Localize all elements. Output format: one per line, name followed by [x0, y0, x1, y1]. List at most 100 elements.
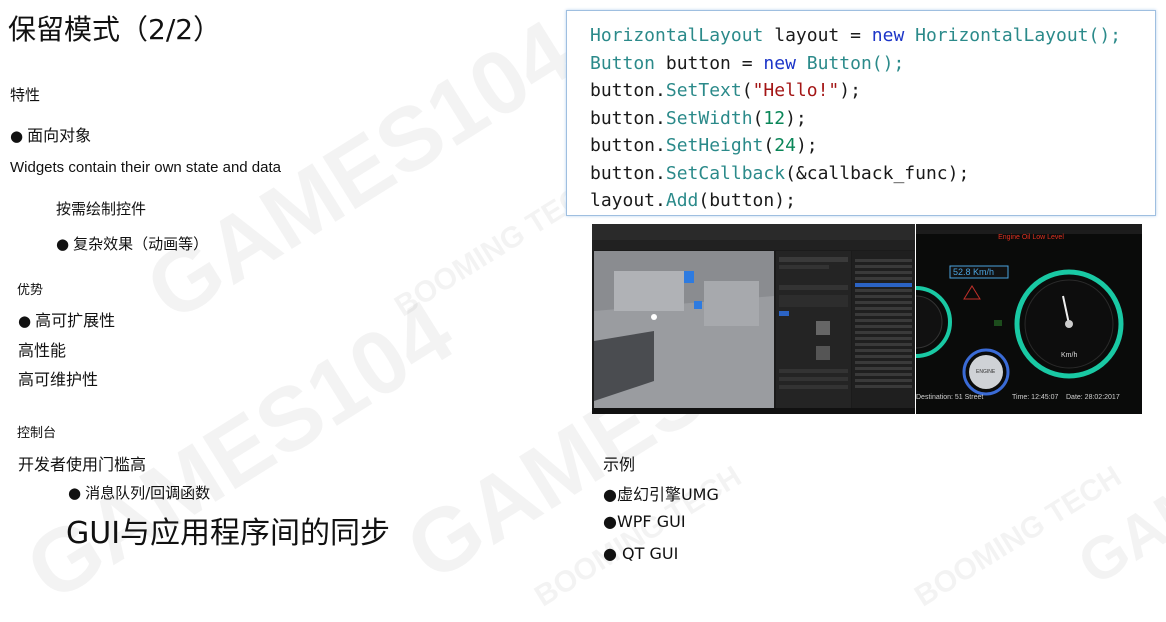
code-token: Button(); [795, 52, 905, 74]
dashboard-gauges [916, 265, 1124, 396]
code-token: ( [752, 107, 764, 129]
outliner-selected-row [855, 283, 912, 287]
engine-label: ENGINE [976, 369, 996, 375]
feature-sub-item: ● 复杂效果（动画等） [56, 233, 208, 254]
scene-block [704, 281, 759, 326]
speedometer-hub [1065, 320, 1073, 328]
code-line: layout.Add(button); [590, 187, 1155, 215]
feature-description: Widgets contain their own state and data [10, 159, 281, 176]
feature-item-label: 面向对象 [27, 126, 92, 145]
unreal-editor-screenshot [592, 224, 915, 414]
code-token: new [871, 25, 905, 46]
scene-block [614, 271, 684, 311]
speed-unit: Km/h [1061, 352, 1078, 359]
code-token: button. [590, 80, 666, 101]
code-token: SetHeight [665, 135, 764, 156]
code-token: button = [655, 52, 764, 74]
console-heading: 控制台 [17, 426, 57, 441]
code-token: 24 [774, 135, 796, 156]
code-line: button.SetWidth(12); [590, 105, 1155, 133]
indicator-icon [994, 320, 1002, 326]
editor-viewport [594, 251, 774, 409]
sync-heading: GUI与应用程序间的同步 [66, 516, 391, 551]
panel-row [779, 265, 829, 269]
bullet-icon: ● [18, 312, 32, 330]
code-token: HorizontalLayout [590, 25, 764, 46]
advantage-item: 高可维护性 [18, 370, 99, 389]
code-line: button.SetText("Hello!"); [590, 77, 1155, 105]
scene-light [651, 314, 657, 320]
advantage-item: ● 高可扩展性 [18, 307, 115, 331]
panel-row [779, 385, 848, 389]
watermark: BOOMING TECH [909, 460, 1128, 614]
slide-title: 保留模式（2/2） [8, 13, 222, 46]
panel-row [779, 285, 848, 290]
panel-row [779, 295, 848, 307]
speed-readout: 52.8 Km/h [953, 267, 995, 277]
destination-text: Destination: 51 Street [916, 394, 984, 401]
time-text: Time: 12:45:07 [1012, 394, 1059, 401]
code-token: layout. [590, 190, 666, 211]
code-line: Button button = new Button(); [590, 50, 1155, 78]
car-dashboard-screenshot: Engine Oil Low Level 52.8 Km/h Km/h ENGI… [916, 224, 1142, 414]
code-token: Button [590, 52, 656, 74]
panel-row [779, 377, 848, 381]
scene-cube [684, 271, 694, 283]
advantage-item-label: 高可扩展性 [35, 311, 116, 330]
outliner-rows [855, 259, 912, 388]
editor-toolbar [592, 240, 915, 250]
panel-row [779, 257, 848, 262]
code-token: SetWidth [665, 107, 753, 129]
code-token: ); [839, 80, 861, 101]
editor-details-panel [776, 251, 851, 409]
features-heading: 特性 [10, 86, 41, 104]
examples-heading: 示例 [603, 455, 636, 474]
code-token: (button); [698, 190, 796, 211]
code-token: "Hello!" [752, 80, 840, 101]
warning-icon [963, 285, 981, 300]
editor-statusbar [592, 408, 915, 414]
example-item: ●WPF GUI [603, 512, 686, 531]
viewport-scene [594, 251, 774, 409]
code-token: button. [590, 135, 666, 156]
advantage-item: 高性能 [18, 341, 67, 360]
code-token: layout = [763, 25, 872, 46]
console-sub-item: ● 消息队列/回调函数 [68, 482, 210, 503]
bullet-icon: ● [68, 484, 82, 502]
code-token: button. [590, 162, 666, 184]
outliner-content [855, 259, 912, 388]
code-token: SetText [665, 80, 742, 101]
details-panel-content [779, 257, 848, 389]
panel-thumbnail [816, 346, 830, 360]
date-text: Date: 28:02:2017 [1066, 394, 1120, 401]
code-line: button.SetCallback(&callback_func); [590, 160, 1155, 188]
scene-cube [694, 301, 702, 309]
code-token: ); [785, 107, 807, 129]
code-token: HorizontalLayout(); [904, 25, 1122, 46]
code-line: HorizontalLayout layout = new Horizontal… [590, 22, 1155, 50]
code-token: ( [763, 135, 775, 156]
console-sub-item-label: 消息队列/回调函数 [85, 484, 211, 502]
panel-button [779, 311, 789, 316]
code-token: SetCallback [665, 162, 786, 184]
example-item: ●虚幻引擎UMG [603, 485, 719, 504]
feature-item: ● 面向对象 [10, 122, 91, 146]
advantages-heading: 优势 [17, 283, 44, 298]
example-item: ● QT GUI [603, 544, 679, 563]
code-snippet: HorizontalLayout layout = new Horizontal… [566, 10, 1156, 216]
code-token: ); [795, 135, 818, 156]
console-item: 开发者使用门槛高 [18, 455, 147, 474]
feature-sub-item-label: 复杂效果（动画等） [73, 235, 209, 253]
code-token: new [763, 52, 796, 74]
left-gauge-face [916, 295, 943, 349]
bullet-icon: ● [10, 127, 24, 145]
panel-thumbnail [816, 321, 830, 335]
code-token: 12 [763, 107, 786, 129]
code-token: button. [590, 107, 666, 129]
bullet-icon: ● [56, 235, 70, 253]
code-line: button.SetHeight(24); [590, 132, 1155, 160]
editor-menubar [592, 224, 915, 240]
panel-row [779, 369, 848, 373]
editor-outliner [852, 251, 915, 409]
code-token: (&callback_func); [785, 162, 970, 184]
